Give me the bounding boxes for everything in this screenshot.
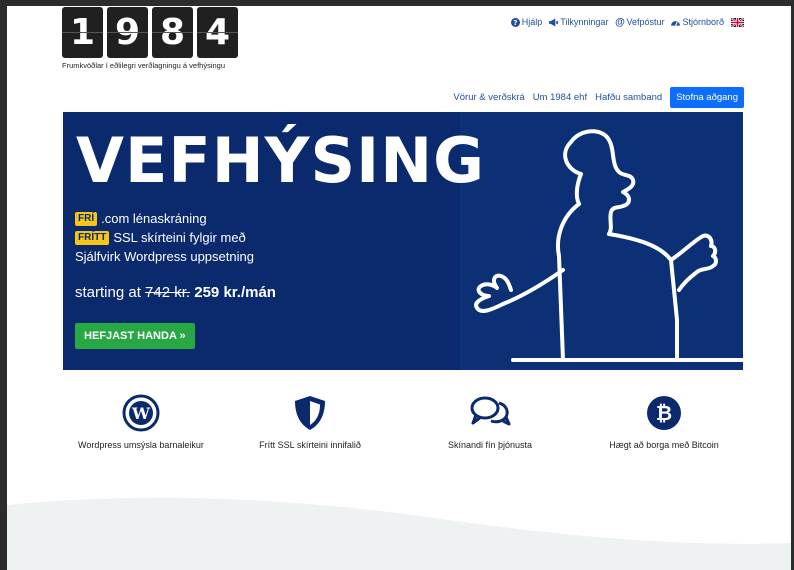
- pointing-man-illustration: [474, 129, 743, 362]
- free-badge: FRÍ: [75, 211, 98, 226]
- logo-tagline: Frumkvöðlar í eðlilegri verðlagningu á v…: [62, 61, 226, 70]
- signup-button[interactable]: Stofna aðgang: [670, 87, 744, 108]
- decorative-wave: [7, 497, 791, 570]
- logo-digit: 8: [152, 7, 193, 58]
- chat-bubbles-icon: [470, 396, 511, 426]
- uk-flag-icon: [731, 17, 744, 27]
- hero-feature-text: Sjálfvirk Wordpress uppsetning: [75, 249, 254, 264]
- svg-text:₿: ₿: [656, 401, 672, 425]
- announcements-label: Tilkynningar: [560, 17, 609, 27]
- shield-icon: [295, 396, 325, 430]
- hero-feature: Sjálfvirk Wordpress uppsetning: [75, 247, 254, 266]
- feature-ssl[interactable]: Frítt SSL skírteini innifalið: [225, 394, 395, 450]
- announcements-link[interactable]: Tilkynningar: [549, 17, 608, 27]
- hero-feature-list: FRÍ .com lénaskráning FRÍTT SSL skírtein…: [75, 209, 254, 266]
- main-nav: Vörur & verðskrá Um 1984 ehf Hafðu samba…: [453, 87, 744, 108]
- site-logo[interactable]: 1 9 8 4 Frumkvöðlar í eðlilegri verðlagn…: [62, 7, 238, 70]
- price-prefix: starting at: [75, 284, 141, 301]
- question-circle-icon: ?: [510, 17, 520, 27]
- language-flag-en[interactable]: [731, 17, 744, 27]
- feature-label: Hægt að borga með Bitcoin: [609, 440, 719, 450]
- help-label: Hjálp: [521, 17, 543, 27]
- hero-feature-text: .com lénaskráning: [101, 211, 207, 226]
- hero-feature: FRÍTT SSL skírteini fylgir með: [75, 228, 254, 247]
- nav-contact[interactable]: Hafðu samband: [595, 92, 662, 103]
- nav-about[interactable]: Um 1984 ehf: [533, 92, 587, 103]
- feature-wordpress[interactable]: W Wordpress umsýsla barnaleikur: [56, 394, 226, 450]
- control-panel-link[interactable]: Stjórnborð: [671, 17, 724, 27]
- feature-service[interactable]: Skínandi fín þjónusta: [405, 394, 575, 450]
- nav-products[interactable]: Vörur & verðskrá: [453, 92, 524, 103]
- bullhorn-icon: [549, 17, 559, 27]
- bitcoin-icon: ₿: [647, 396, 681, 430]
- hero-price: starting at 742 kr. 259 kr./mán: [75, 284, 276, 301]
- hero-title: VEFHÝSING: [76, 124, 485, 197]
- webmail-link[interactable]: @ Vefpóstur: [615, 16, 665, 28]
- hero-feature-text: SSL skírteini fylgir með: [113, 230, 246, 245]
- dashboard-icon: [671, 18, 681, 27]
- feature-label: Skínandi fín þjónusta: [447, 440, 533, 450]
- new-price: 259 kr./mán: [194, 284, 276, 301]
- feature-label: Wordpress umsýsla barnaleikur: [78, 440, 204, 450]
- feature-label: Frítt SSL skírteini innifalið: [259, 440, 361, 450]
- control-panel-label: Stjórnborð: [682, 17, 724, 27]
- at-sign-icon: @: [615, 16, 625, 28]
- webmail-label: Vefpóstur: [626, 17, 665, 27]
- hero-banner: VEFHÝSING FRÍ .com lénaskráning FRÍTT SS…: [63, 112, 743, 370]
- logo-digit: 1: [62, 7, 103, 58]
- old-price: 742 kr.: [145, 284, 191, 301]
- logo-digit: 4: [197, 7, 238, 58]
- help-link[interactable]: ? Hjálp: [510, 17, 543, 27]
- feature-bitcoin[interactable]: ₿ Hægt að borga með Bitcoin: [579, 394, 749, 450]
- hero-feature: FRÍ .com lénaskráning: [75, 209, 254, 228]
- svg-text:?: ?: [513, 18, 517, 27]
- wordpress-icon: W: [122, 394, 160, 432]
- get-started-button[interactable]: HEFJAST HANDA »: [75, 323, 195, 349]
- svg-text:W: W: [131, 404, 151, 423]
- logo-digit: 9: [107, 7, 148, 58]
- free-badge: FRÍTT: [75, 230, 110, 245]
- utility-nav: ? Hjálp Tilkynningar @ Vefpóstur Stjórnb…: [510, 16, 744, 28]
